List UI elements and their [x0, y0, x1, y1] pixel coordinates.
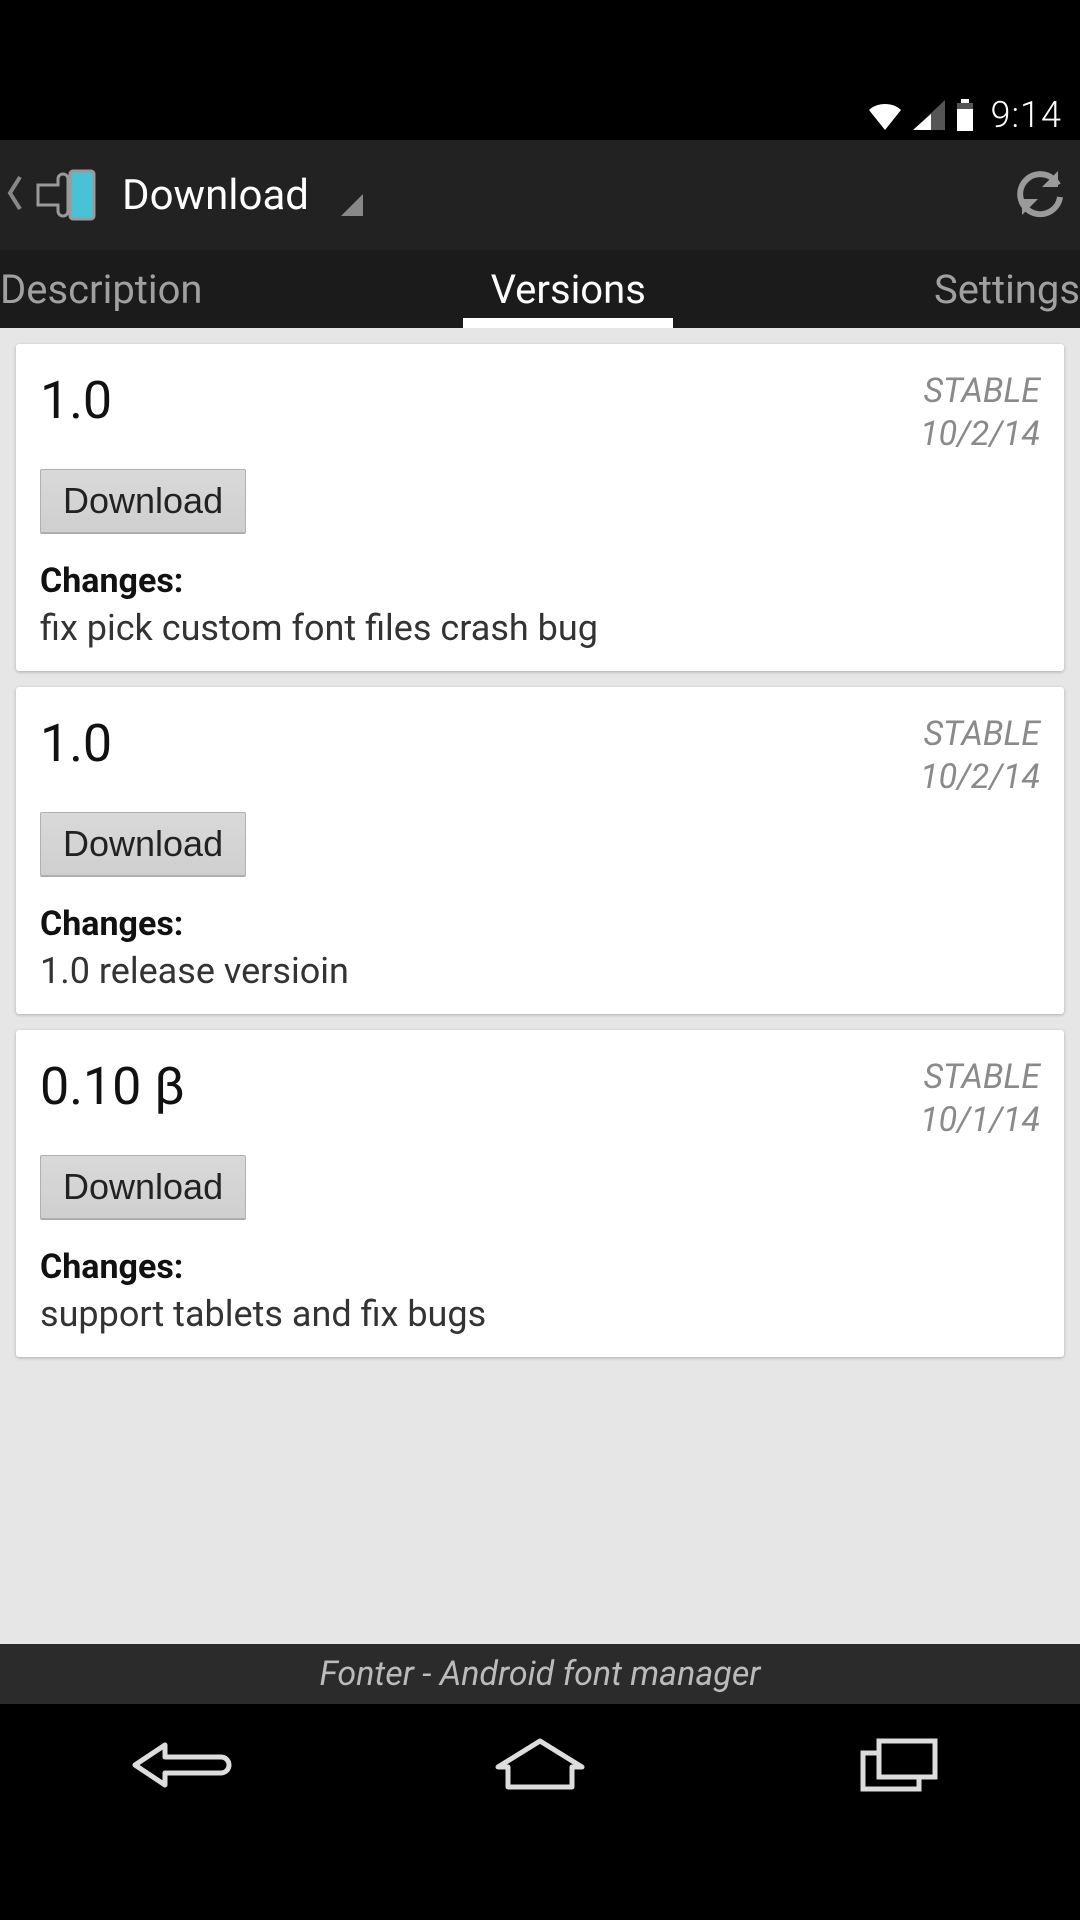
up-button[interactable]	[6, 163, 98, 227]
title-spinner[interactable]: Download	[122, 171, 363, 220]
version-name: 0.10 β	[40, 1056, 185, 1117]
version-name: 1.0	[40, 713, 112, 774]
download-button[interactable]: Download	[40, 469, 246, 533]
navigation-bar	[0, 1704, 1080, 1830]
version-date: 10/2/14	[920, 756, 1040, 799]
version-name: 1.0	[40, 370, 112, 431]
version-channel: STABLE	[920, 370, 1040, 413]
action-bar: Download	[0, 140, 1080, 250]
refresh-icon	[1012, 206, 1068, 225]
tab-description[interactable]: Description	[0, 250, 233, 328]
dropdown-indicator-icon	[341, 194, 363, 216]
tab-label: Settings	[934, 266, 1080, 313]
chevron-left-icon	[6, 173, 26, 217]
download-button[interactable]: Download	[40, 812, 246, 876]
nav-home-button[interactable]	[465, 1704, 615, 1830]
changes-text: 1.0 release versioin	[40, 950, 1040, 992]
footer-module-name: Fonter - Android font manager	[0, 1644, 1080, 1704]
app-icon	[34, 163, 98, 227]
tab-label: Description	[0, 266, 203, 313]
version-card: 0.10 β STABLE 10/1/14 Download Changes: …	[16, 1030, 1064, 1357]
version-channel: STABLE	[920, 713, 1040, 756]
tab-label: Versions	[491, 266, 646, 313]
tab-settings[interactable]: Settings	[904, 250, 1080, 328]
status-clock: 9:14	[991, 94, 1062, 136]
changes-text: support tablets and fix bugs	[40, 1293, 1040, 1335]
changes-heading: Changes:	[40, 561, 1040, 601]
action-bar-title: Download	[122, 171, 309, 220]
back-icon	[125, 1735, 235, 1799]
cell-signal-icon	[913, 100, 945, 130]
changes-heading: Changes:	[40, 904, 1040, 944]
version-card: 1.0 STABLE 10/2/14 Download Changes: 1.0…	[16, 687, 1064, 1014]
version-card: 1.0 STABLE 10/2/14 Download Changes: fix…	[16, 344, 1064, 671]
battery-icon	[955, 99, 975, 131]
letterbox-top	[0, 0, 1080, 90]
home-icon	[490, 1735, 590, 1799]
version-date: 10/2/14	[920, 413, 1040, 456]
version-channel: STABLE	[920, 1056, 1040, 1099]
recent-apps-icon	[855, 1735, 945, 1799]
version-date: 10/1/14	[920, 1099, 1040, 1142]
version-list[interactable]: 1.0 STABLE 10/2/14 Download Changes: fix…	[0, 328, 1080, 1644]
download-button[interactable]: Download	[40, 1155, 246, 1219]
changes-heading: Changes:	[40, 1247, 1040, 1287]
changes-text: fix pick custom font files crash bug	[40, 607, 1040, 649]
refresh-button[interactable]	[1012, 165, 1068, 225]
tab-versions[interactable]: Versions	[233, 250, 904, 328]
wifi-icon	[867, 100, 903, 130]
status-bar: 9:14	[0, 90, 1080, 140]
letterbox-bottom	[0, 1830, 1080, 1920]
nav-back-button[interactable]	[105, 1704, 255, 1830]
nav-recent-button[interactable]	[825, 1704, 975, 1830]
tab-bar: Description Versions Settings	[0, 250, 1080, 328]
